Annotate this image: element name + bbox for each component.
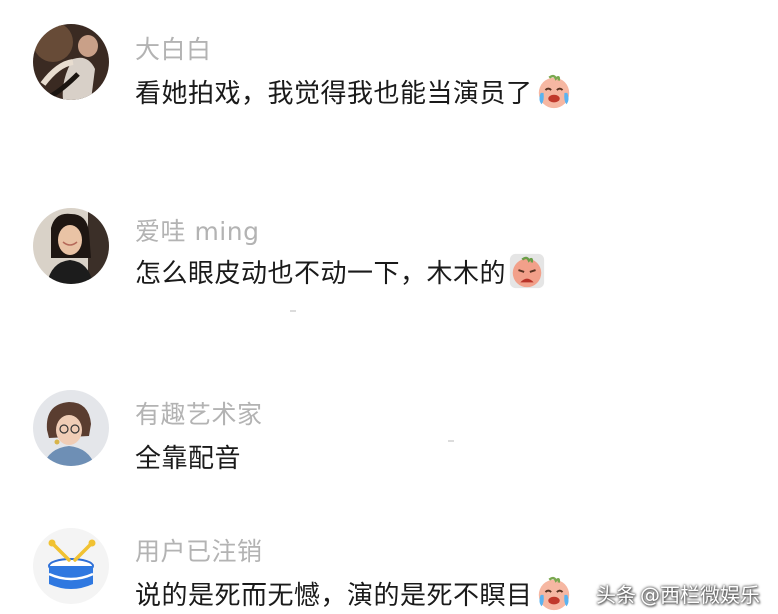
divider-dot [448, 440, 454, 442]
woman-portrait-avatar-icon [33, 208, 109, 284]
comment-text-content: 怎么眼皮动也不动一下，木木的 [135, 258, 507, 289]
user-avatar[interactable] [33, 528, 109, 604]
user-avatar[interactable] [33, 390, 109, 466]
username[interactable]: 有趣艺术家 [135, 395, 263, 431]
watermark-text: @西栏微娱乐 [640, 583, 760, 607]
user-avatar[interactable] [33, 208, 109, 284]
drum-icon-avatar-icon [33, 528, 109, 604]
comment-text-content: 看她拍戏，我觉得我也能当演员了 [135, 78, 533, 109]
sobbing-emoji-icon [508, 252, 546, 290]
divider-dot [290, 310, 296, 312]
crying-laughing-emoji-icon [535, 574, 573, 612]
comment-text-content: 全靠配音 [135, 444, 242, 474]
short-hair-person-avatar-icon [33, 390, 109, 466]
crying-laughing-emoji-icon [535, 72, 573, 110]
username[interactable]: 爱哇 ming [135, 212, 259, 248]
user-avatar[interactable] [33, 24, 109, 100]
comment-text: 看她拍戏，我觉得我也能当演员了 [135, 72, 573, 110]
username[interactable]: 大白白 [135, 30, 212, 66]
source-watermark: 头条 @西栏微娱乐 [596, 579, 760, 608]
comment-text: 说的是死而无憾，演的是死不瞑目 [135, 574, 573, 612]
comment-text: 怎么眼皮动也不动一下，木木的 [135, 252, 546, 290]
username[interactable]: 用户已注销 [135, 532, 263, 568]
comment-text: 全靠配音 [135, 438, 241, 475]
comment-list: 大白白 看她拍戏，我觉得我也能当演员了 爱哇 ming 怎么眼皮动也不动一下，木… [0, 0, 778, 614]
comment-text-content: 说的是死而无憾，演的是死不瞑目 [135, 580, 533, 611]
dancer-avatar-icon [33, 24, 109, 100]
watermark-prefix: 头条 [596, 583, 636, 607]
